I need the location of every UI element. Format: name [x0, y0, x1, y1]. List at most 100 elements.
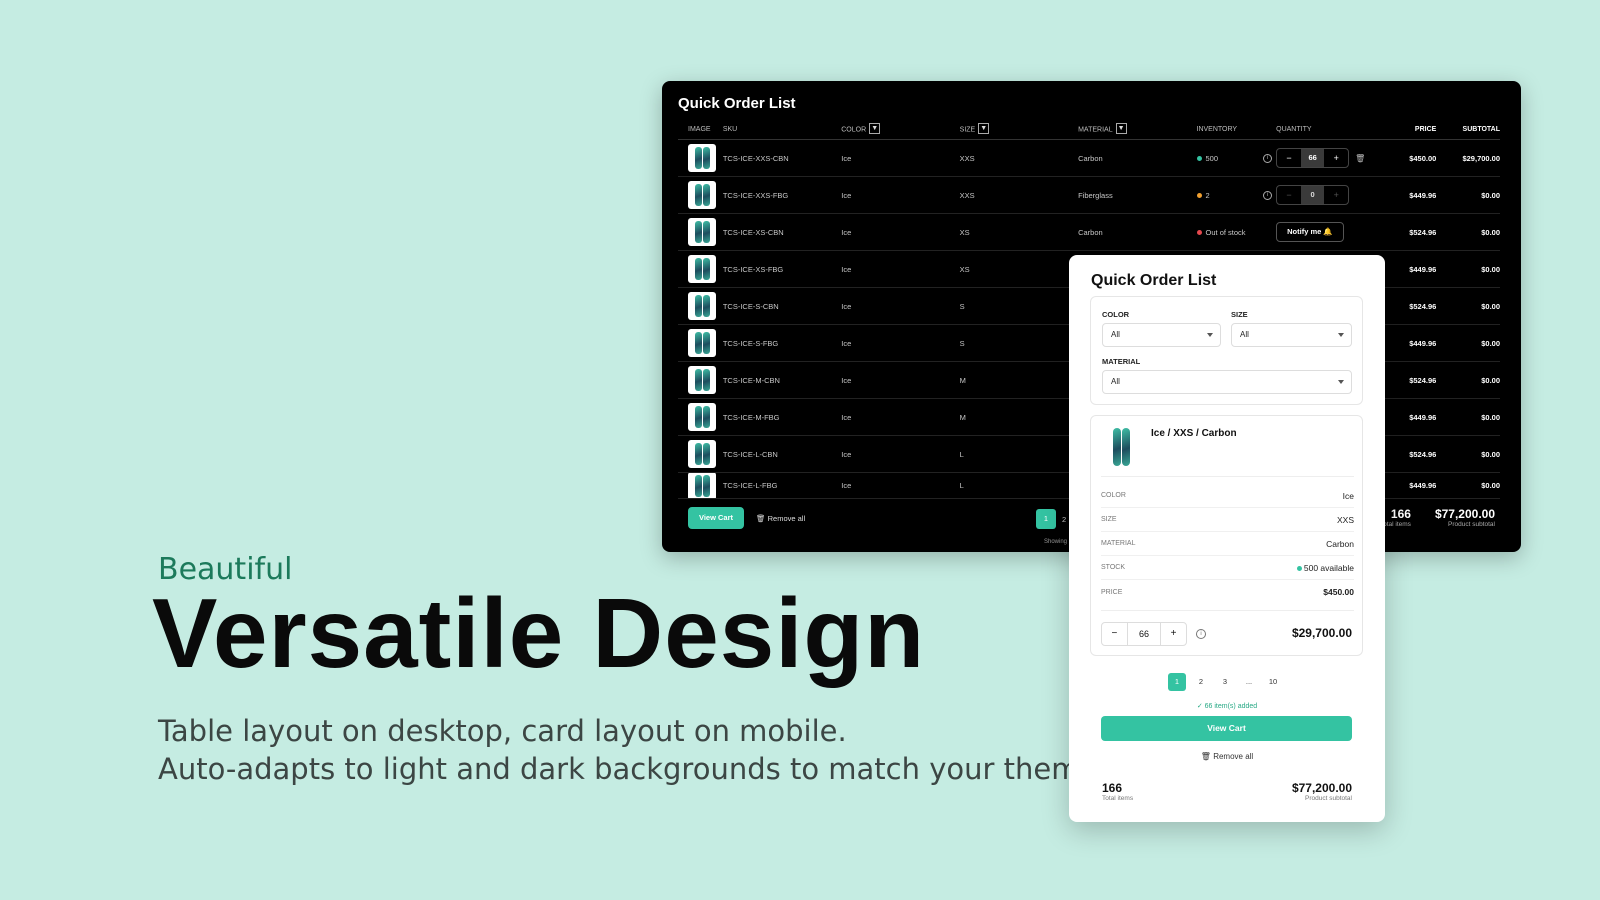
row-image-cell [678, 473, 723, 498]
product-thumbnail [688, 403, 716, 431]
chevron-down-icon [1338, 380, 1344, 384]
page-2-button[interactable]: 2 [1062, 515, 1066, 524]
product-card: Ice / XXS / Carbon COLOR Ice SIZE XXS MATE… [1090, 415, 1363, 656]
row-price: $449.96 [1409, 264, 1437, 274]
page-button[interactable]: 3 [1216, 673, 1234, 691]
quantity-value[interactable]: 66 [1300, 149, 1325, 167]
headline: Versatile Design [152, 578, 926, 688]
row-price: $524.96 [1409, 227, 1437, 237]
mobile-title: Quick Order List [1091, 272, 1217, 289]
row-sku: TCS-ICE-XXS-FBG [722, 190, 789, 200]
row-color: Ice [841, 227, 852, 237]
increment-button[interactable]: + [1161, 623, 1186, 645]
row-inventory: 2i [1196, 190, 1277, 200]
product-thumbnail [688, 329, 716, 357]
view-cart-button[interactable]: View Cart [688, 507, 744, 529]
trash-icon: 🗑 [756, 513, 766, 523]
product-thumbnail [688, 440, 716, 468]
inventory-value: 500 [1205, 153, 1219, 163]
mobile-total-items: 166 Total items [1102, 781, 1133, 802]
remove-all-button[interactable]: 🗑 Remove all [756, 514, 805, 523]
product-subtotal-value: $77,200.00 [1434, 507, 1495, 521]
row-material: Carbon [1078, 153, 1103, 163]
filter-icon[interactable]: ▼ [1115, 123, 1127, 134]
header-size-label: SIZE [959, 126, 976, 134]
page-button[interactable]: 2 [1192, 673, 1210, 691]
header-quantity: QUANTITY [1276, 126, 1312, 133]
row-color: Ice [841, 481, 852, 490]
size-filter-value: All [1240, 330, 1249, 339]
trash-icon[interactable]: 🗑 [1355, 154, 1365, 163]
view-cart-button[interactable]: View Cart [1101, 716, 1352, 741]
product-thumbnail [688, 144, 716, 172]
quantity-stepper[interactable]: − 66 + [1101, 622, 1187, 646]
total-items-value: 166 [1102, 781, 1123, 795]
material-filter-value: All [1111, 377, 1120, 386]
notify-me-button[interactable]: Notify me 🔔 [1276, 222, 1344, 242]
row-inventory: Out of stock [1196, 228, 1277, 237]
row-color: Ice [841, 153, 852, 163]
row-material: Fiberglass [1078, 190, 1113, 200]
page-button[interactable]: 1 [1168, 673, 1186, 691]
stock-value: 500 available [1303, 562, 1354, 573]
detail-value: Carbon [1326, 538, 1354, 549]
inventory-value: 2 [1205, 190, 1210, 200]
items-added-message: ✓ 66 item(s) added [1069, 702, 1385, 710]
row-price: $524.96 [1409, 449, 1437, 459]
decrement-button[interactable]: − [1102, 623, 1127, 645]
material-filter-select[interactable]: All [1102, 370, 1352, 394]
filter-icon[interactable]: ▼ [978, 123, 990, 134]
table-row: TCS-ICE-XS-CBN Ice XS Carbon Out of stock Not… [678, 214, 1500, 251]
detail-value: $450.00 [1323, 587, 1354, 597]
quantity-stepper[interactable]: −0 + [1276, 185, 1350, 205]
row-price: $449.96 [1409, 412, 1437, 422]
chevron-down-icon [1207, 333, 1213, 337]
detail-key: STOCK [1101, 564, 1125, 571]
decrement-button[interactable]: − [1277, 186, 1301, 204]
row-image-cell [678, 292, 723, 320]
info-icon[interactable]: i [1263, 153, 1273, 163]
row-size: XXS [959, 190, 975, 200]
product-subtotal: $77,200.00 Product subtotal [1435, 507, 1495, 528]
row-subtotal: $0.00 [1481, 375, 1501, 385]
remove-all-button[interactable]: 🗑 Remove all [1069, 752, 1385, 761]
chevron-down-icon [1338, 333, 1344, 337]
stock-status-dot [1196, 192, 1202, 198]
detail-row-color: COLOR Ice [1101, 484, 1354, 508]
product-image [1107, 426, 1135, 468]
row-material: Carbon [1078, 227, 1103, 237]
remove-all-label: Remove all [1213, 752, 1254, 761]
detail-row-size: SIZE XXS [1101, 508, 1354, 532]
row-size: L [959, 481, 964, 490]
page-button[interactable]: 10 [1264, 673, 1282, 691]
color-filter-select[interactable]: All [1102, 323, 1221, 347]
page-button[interactable]: ... [1240, 673, 1258, 691]
notify-me-label: Notify me [1287, 227, 1322, 236]
total-items-label: Total items [1102, 795, 1134, 802]
row-image-cell [678, 181, 723, 209]
product-name: Ice / XXS / Carbon [1151, 428, 1237, 439]
row-color: Ice [841, 412, 852, 422]
row-subtotal: $0.00 [1481, 481, 1500, 490]
description-line-1: Table layout on desktop, card layout on … [158, 714, 847, 748]
decrement-button[interactable]: − [1277, 149, 1301, 167]
filter-icon[interactable]: ▼ [869, 123, 881, 134]
mobile-card-panel: Quick Order List COLOR All SIZE All MATE… [1069, 255, 1385, 822]
check-icon: ✓ [1196, 703, 1203, 710]
increment-button[interactable]: + [1324, 186, 1348, 204]
quantity-value[interactable]: 66 [1126, 623, 1162, 645]
row-color: Ice [841, 338, 852, 348]
filters-box: COLOR All SIZE All MATERIAL All [1090, 296, 1363, 405]
info-icon[interactable]: i [1196, 629, 1206, 639]
row-subtotal: $0.00 [1481, 264, 1501, 274]
increment-button[interactable]: + [1324, 149, 1348, 167]
size-filter-label: SIZE [1231, 310, 1248, 319]
table-row: TCS-ICE-XXS-CBN Ice XXS Carbon 500 i −66 + 🗑 $450… [678, 140, 1500, 177]
quantity-value[interactable]: 0 [1300, 186, 1325, 204]
row-sku: TCS-ICE-M-FBG [722, 412, 780, 422]
quantity-stepper[interactable]: −66 + [1276, 148, 1350, 168]
page-1-button[interactable]: 1 [1036, 509, 1056, 529]
info-icon[interactable]: i [1263, 190, 1273, 200]
color-filter-label: COLOR [1102, 310, 1130, 319]
size-filter-select[interactable]: All [1231, 323, 1352, 347]
